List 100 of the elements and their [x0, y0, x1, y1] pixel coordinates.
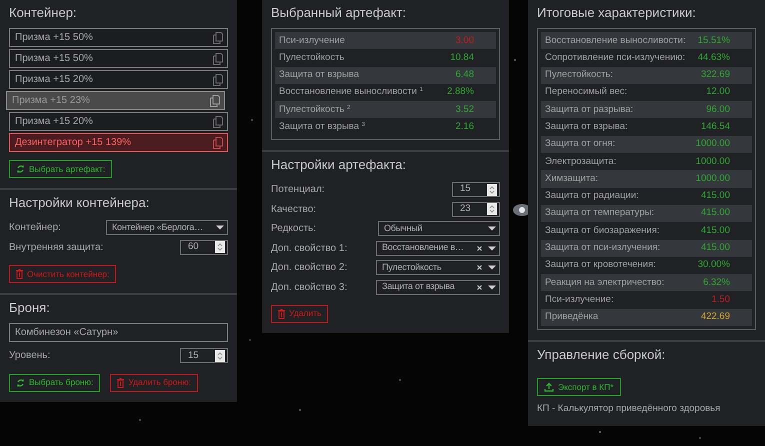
- export-button[interactable]: Экспорт в КП*: [537, 378, 621, 396]
- spinner-icon: [487, 203, 497, 216]
- select-button[interactable]: Выбрать броню:: [9, 374, 100, 392]
- copy-icon: [213, 116, 223, 128]
- stat-label: Сопротивление пси-излучению:: [545, 50, 686, 65]
- stat-value: 415.00: [700, 224, 730, 238]
- stat-label: Восстановление выносливости $^{1}$: [279, 85, 423, 100]
- field-label: Контейнер:: [9, 221, 61, 236]
- spinner-icon: [487, 184, 497, 196]
- artifact-item[interactable]: Призма +15 20%: [9, 70, 228, 89]
- caret-icon: [488, 265, 496, 270]
- copy-icon: [213, 52, 223, 64]
- field-label: Редкость:: [271, 222, 316, 236]
- stat-value: 1000.00: [696, 137, 730, 152]
- select-field[interactable]: Контейнер «Берлога…: [106, 220, 228, 236]
- stat-label: Пси-излучение:: [545, 292, 614, 307]
- select-field[interactable]: Обычный: [378, 221, 500, 236]
- copy-icon: [210, 94, 220, 106]
- select-field[interactable]: Восстановление в…: [376, 240, 500, 256]
- caret-icon: [488, 226, 496, 232]
- field-label: Доп. свойство 3:: [271, 280, 348, 295]
- stat-label: Переносимый вес:: [545, 85, 628, 100]
- refresh-icon: [16, 378, 25, 388]
- caret-icon: [216, 225, 224, 230]
- spinner-icon: [215, 350, 225, 362]
- stat-value: 1000.00: [696, 154, 730, 169]
- stat-label: Защита от взрыва: [279, 68, 360, 82]
- stat-value: 2.88%: [447, 85, 474, 100]
- stat-label: Защита от температуры:: [545, 206, 654, 220]
- section-title: Настройки контейнера:: [9, 194, 150, 212]
- stat-label: Защита от взрыва:: [545, 120, 628, 134]
- stat-value: 1.50: [712, 292, 730, 307]
- stat-value: 10.84: [450, 50, 474, 65]
- stat-label: Пулестойкость: [279, 50, 344, 65]
- field-label: Доп. свойство 2:: [271, 261, 348, 276]
- number-field[interactable]: 15: [452, 182, 500, 198]
- stat-label: Защита от пси-излучения:: [545, 241, 660, 256]
- copy-icon: [213, 74, 223, 86]
- section-title: Выбранный артефакт:: [271, 4, 406, 22]
- stat-label: Химзащита:: [545, 172, 598, 186]
- stat-label: Защита от радиации:: [545, 189, 639, 204]
- field-label: Уровень:: [9, 349, 50, 364]
- stat-value: 415.00: [700, 206, 730, 220]
- stat-value: 3.00: [456, 34, 474, 48]
- section-title: Контейнер:: [9, 4, 77, 22]
- stat-value: 322.69: [700, 68, 730, 82]
- artifact-item[interactable]: Призма +15 50%: [9, 28, 228, 47]
- stat-label: Защита от огня:: [545, 137, 616, 152]
- footnote: КП - Калькулятор приведённого здоровья: [537, 402, 720, 416]
- artifact-item[interactable]: Призма +15 50%: [9, 49, 228, 68]
- trash-icon: [117, 378, 124, 388]
- number-field[interactable]: 23: [452, 202, 500, 217]
- stat-value: 96.00: [706, 102, 730, 117]
- field-label: Потенциал:: [271, 183, 325, 198]
- stat-value: 1000.00: [696, 172, 730, 186]
- stat-label: Электрозащита:: [545, 154, 616, 169]
- armor-field[interactable]: Комбинезон «Сатурн»: [9, 323, 228, 342]
- trash-icon: [16, 269, 23, 279]
- stat-label: Восстановление выносливости:: [545, 34, 686, 48]
- spinner-icon: [215, 241, 225, 254]
- number-field[interactable]: 60: [180, 240, 228, 255]
- stat-label: Реакция на электричество:: [545, 276, 664, 290]
- stat-label: Защита от биозаражения:: [545, 224, 660, 238]
- section-title: Броня:: [9, 299, 50, 317]
- stat-label: Защита от кровотечения:: [545, 258, 656, 272]
- stat-value: 6.32%: [703, 276, 730, 290]
- field-label: Внутренняя защита:: [9, 240, 104, 255]
- select-field[interactable]: Защита от взрыва: [376, 280, 500, 295]
- copy-icon: [213, 136, 223, 148]
- artifact-item[interactable]: Дезинтегратор +15 139%: [9, 133, 228, 152]
- stat-value: 12.00: [706, 85, 730, 100]
- select-button[interactable]: Выбрать артефакт:: [9, 160, 112, 178]
- select-field[interactable]: Пулестойкость: [376, 260, 500, 276]
- stat-value: 30.00%: [698, 258, 730, 272]
- stat-value: 3.52: [456, 102, 474, 117]
- upload-icon: [544, 382, 554, 392]
- stat-value: 422.69: [700, 310, 730, 324]
- trash-icon: [278, 308, 285, 319]
- stat-value: 44.63%: [698, 50, 730, 65]
- field-label: Доп. свойство 1:: [271, 242, 348, 256]
- stat-label: Защита от взрыва $^{3}$: [279, 120, 365, 134]
- number-field[interactable]: 15: [180, 348, 228, 364]
- stat-label: Пулестойкость $^{2}$: [279, 102, 350, 117]
- caret-icon: [488, 246, 496, 251]
- stat-value: 6.48: [456, 68, 474, 82]
- stat-label: Приведёнка: [545, 310, 598, 324]
- stat-value: 15.51%: [698, 34, 730, 48]
- refresh-icon: [16, 164, 25, 174]
- section-title: Настройки артефакта:: [271, 156, 406, 174]
- stat-label: Пси-излучение: [279, 34, 345, 48]
- stat-value: 415.00: [700, 189, 730, 204]
- stat-label: Пулестойкость:: [545, 68, 614, 82]
- section-title: Итоговые характеристики:: [537, 4, 696, 22]
- copy-icon: [213, 32, 223, 44]
- caret-icon: [488, 284, 496, 290]
- stat-value: 146.54: [700, 120, 730, 134]
- field-label: Качество:: [271, 202, 316, 217]
- artifact-item[interactable]: Призма +15 20%: [9, 112, 228, 131]
- stat-value: 415.00: [700, 241, 730, 256]
- section-title: Управление сборкой:: [537, 346, 666, 364]
